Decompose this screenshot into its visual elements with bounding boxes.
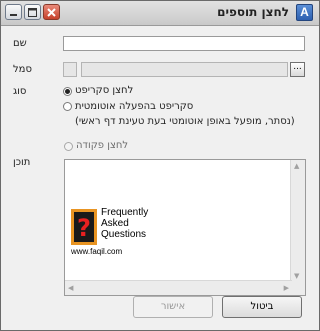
scroll-up-icon[interactable]: ▲ — [294, 162, 299, 170]
question-mark-glyph: ? — [77, 214, 91, 242]
scroll-down-icon[interactable]: ▼ — [294, 272, 299, 280]
type-label: סוג — [13, 86, 27, 97]
radio-auto-run-script-label: סקריפט בהפעלה אוטומטית — [75, 101, 194, 112]
scroll-right-icon[interactable]: ▶ — [284, 284, 289, 292]
window-title: לחצן תוספים — [217, 5, 289, 19]
radio-script-button[interactable] — [63, 87, 72, 96]
ok-button: אישור — [133, 296, 213, 318]
minimize-button[interactable] — [5, 4, 22, 20]
horizontal-scrollbar[interactable]: ◀ ▶ — [65, 280, 292, 295]
symbol-label: סמל — [13, 64, 32, 75]
app-icon: A — [296, 4, 313, 21]
close-button[interactable] — [43, 4, 60, 20]
scroll-left-icon[interactable]: ◀ — [68, 284, 73, 292]
title-bar: לחצן תוספים A — [1, 1, 319, 26]
radio-auto-run-script-note: (נסתר, מופעל באופן אוטומטי בעת טעינת דף … — [75, 116, 295, 127]
scrollbar-corner — [291, 281, 305, 295]
addon-button-dialog: לחצן תוספים A שם סמל ... סוג לחצן סקריפט… — [0, 0, 320, 331]
radio-script-button-label: לחצן סקריפט — [75, 85, 134, 96]
content-textarea[interactable]: ? Frequently Asked Questions www.faqil.c… — [64, 159, 306, 296]
minimize-icon — [10, 14, 17, 16]
faq-logo: ? Frequently Asked Questions www.faqil.c… — [71, 207, 157, 261]
logo-line-questions: Questions — [101, 229, 147, 240]
logo-line-asked: Asked — [101, 218, 129, 229]
vertical-scrollbar[interactable]: ▲ ▼ — [290, 160, 305, 282]
radio-command-button-label: לחצן פקודה — [76, 140, 129, 151]
logo-line-frequently: Frequently — [101, 207, 149, 218]
maximize-icon — [28, 8, 37, 17]
content-label: תוכן — [13, 157, 31, 168]
name-input[interactable] — [63, 36, 305, 51]
radio-auto-run-script[interactable] — [63, 102, 72, 111]
name-label: שם — [13, 38, 27, 49]
symbol-path-input — [81, 62, 288, 77]
radio-command-button — [64, 142, 73, 151]
close-icon — [47, 8, 56, 17]
logo-url: www.faqil.com — [71, 247, 123, 256]
browse-button[interactable]: ... — [290, 62, 305, 77]
question-mark-icon: ? — [71, 209, 97, 245]
cancel-button[interactable]: ביטול — [222, 296, 302, 318]
symbol-preview — [63, 62, 77, 77]
maximize-button[interactable] — [24, 4, 41, 20]
